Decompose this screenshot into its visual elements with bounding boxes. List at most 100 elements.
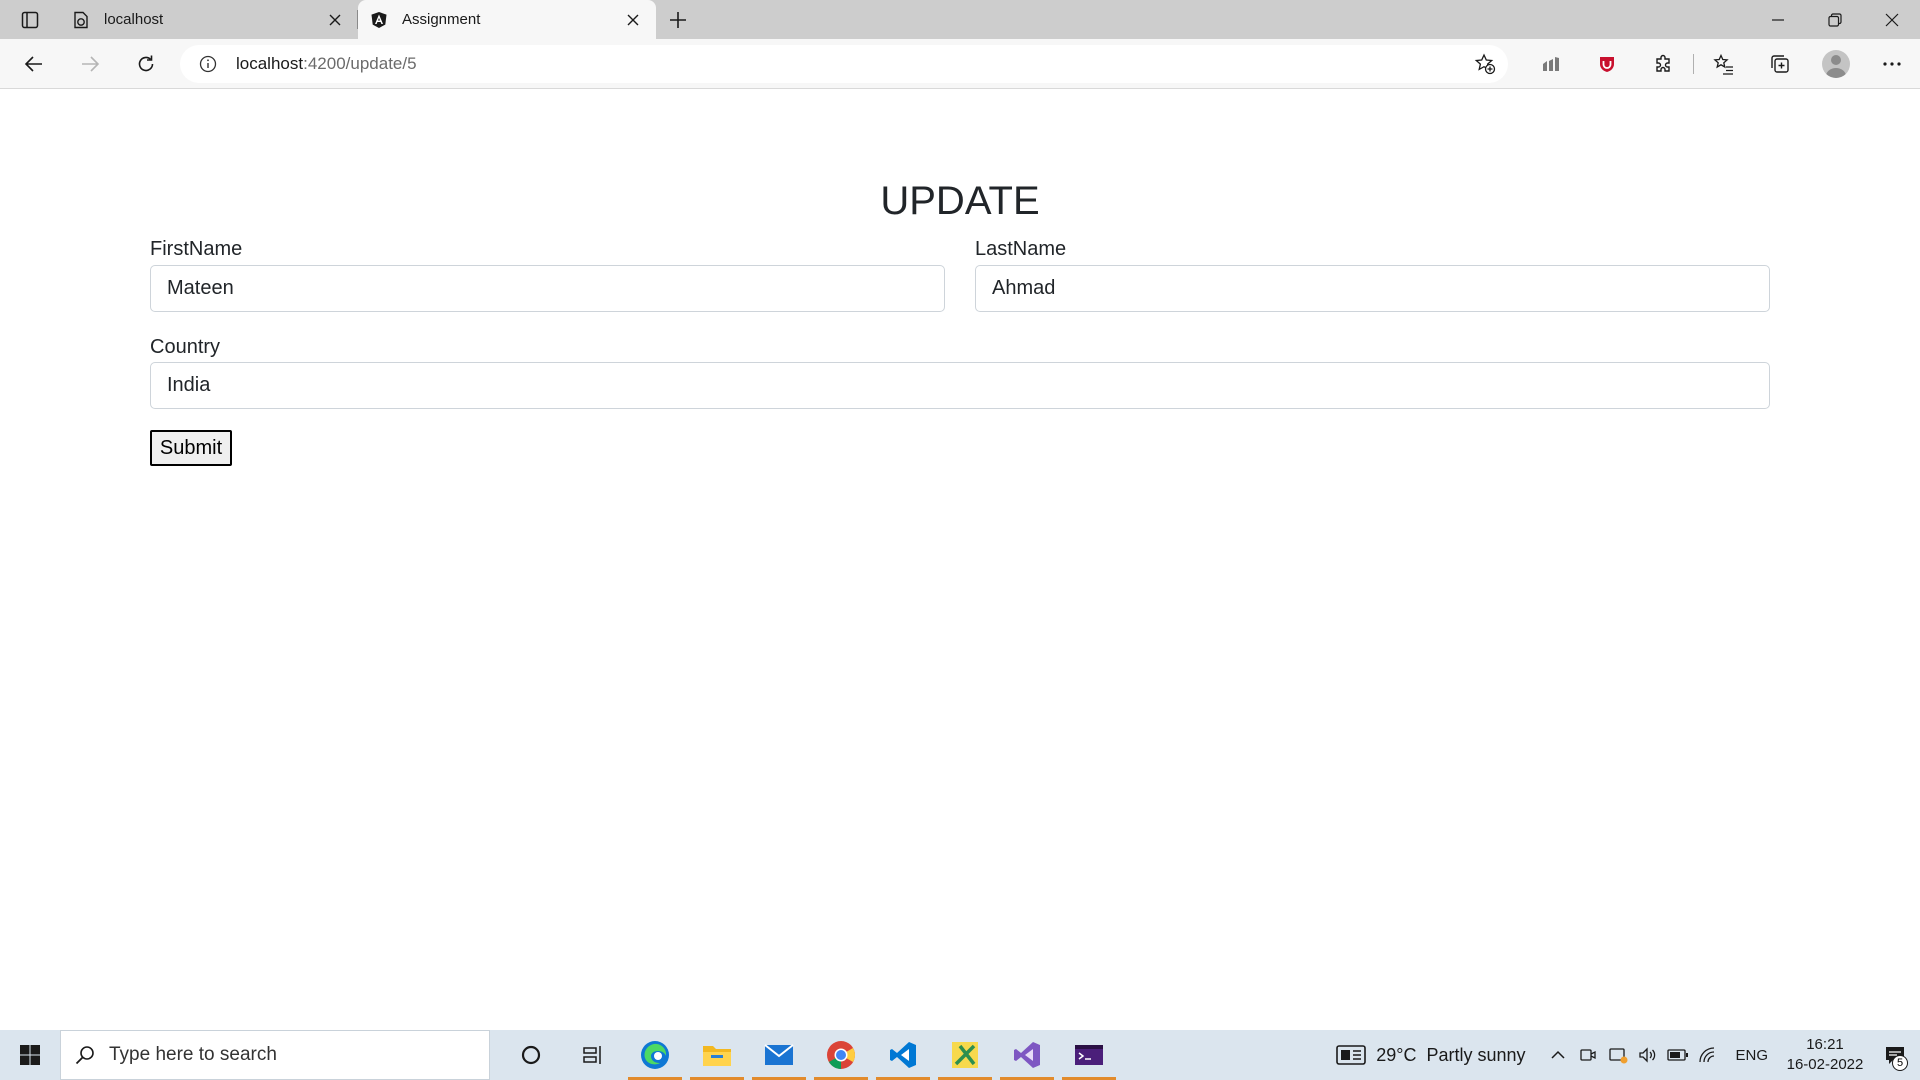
close-tab-icon[interactable] [324,9,346,31]
more-dots-icon [1883,62,1901,66]
network-status-button[interactable] [1603,1030,1633,1080]
shield-icon [1600,57,1614,72]
refresh-button[interactable] [118,39,174,89]
back-arrow-icon [24,55,42,72]
close-tab-icon[interactable] [622,9,644,31]
search-icon [75,1046,94,1065]
address-bar[interactable]: localhost:4200/update/5 [180,45,1508,83]
start-button[interactable] [0,1030,60,1080]
add-favorite-icon[interactable] [1462,53,1508,75]
performance-extension-button[interactable] [1523,39,1579,89]
url-path: :4200/update/5 [303,54,417,73]
show-hidden-icons-button[interactable] [1543,1030,1573,1080]
minimize-icon [1771,18,1784,21]
profile-button[interactable] [1808,39,1864,89]
task-view-icon [583,1046,601,1064]
collections-icon [1771,55,1789,73]
refresh-icon [138,55,154,71]
country-label: Country [150,336,221,358]
weather-widget[interactable]: 29°C Partly sunny [1336,1044,1525,1066]
toolbar-separator [1693,54,1694,74]
weather-description: Partly sunny [1426,1044,1526,1065]
url-host: localhost [236,54,304,73]
favorites-button[interactable] [1696,39,1752,89]
chrome-taskbar-app[interactable] [810,1030,872,1080]
weather-temperature: 29°C [1376,1044,1417,1065]
minimize-button[interactable] [1749,0,1806,39]
taskbar-search[interactable]: Type here to search [60,1030,490,1080]
firstname-input[interactable] [150,265,945,312]
speaker-icon [1639,1047,1656,1063]
tab-assignment[interactable]: Assignment [358,0,656,39]
meet-now-button[interactable] [1573,1030,1603,1080]
tab-actions-icon [21,11,39,28]
forward-arrow-icon [82,55,100,72]
mail-taskbar-app[interactable] [748,1030,810,1080]
puzzle-icon [1656,54,1670,72]
firstname-label: FirstName [150,238,243,260]
restore-button[interactable] [1806,0,1863,39]
tab-strip: localhost Assignment [0,0,1920,39]
battery-button[interactable] [1663,1030,1693,1080]
visual-studio-icon [1014,1042,1040,1068]
collections-button[interactable] [1752,39,1808,89]
windows-icon [20,1045,40,1065]
system-tray: 29°C Partly sunny ENG 16:21 16-02-2022 5 [1336,1030,1920,1080]
new-tab-button[interactable] [656,0,700,39]
url-text: localhost:4200/update/5 [236,54,417,74]
page-title: UPDATE [880,179,1040,223]
favorites-list-icon [1713,53,1733,75]
volume-button[interactable] [1633,1030,1663,1080]
vscode-icon [890,1042,916,1068]
clock[interactable]: 16:21 16-02-2022 [1780,1035,1870,1075]
toolbar-right [1523,39,1920,89]
notifications-button[interactable]: 5 [1870,1030,1920,1080]
network-icon [1609,1048,1628,1064]
avatar [1822,50,1850,78]
battery-icon [1667,1049,1689,1061]
country-input[interactable] [150,362,1770,409]
tab-actions-button[interactable] [0,0,60,39]
extensions-button[interactable] [1635,39,1691,89]
folder-icon [703,1046,731,1066]
plus-icon [670,11,686,28]
close-icon [1885,13,1898,26]
vscode-taskbar-app[interactable] [872,1030,934,1080]
submit-button[interactable]: Submit [150,430,232,466]
forward-button[interactable] [62,39,118,89]
clock-time: 16:21 [1806,1036,1844,1053]
site-info-icon[interactable] [180,55,236,73]
page-icon [72,11,90,29]
back-button[interactable] [6,39,62,89]
chrome-icon [827,1041,855,1069]
cortana-icon [521,1045,541,1065]
taskbar: Type here to search 29°C Partly sunny EN… [0,1030,1920,1080]
search-placeholder: Type here to search [109,1044,277,1065]
visual-studio-taskbar-app[interactable] [996,1030,1058,1080]
chart-bars-icon [1543,57,1559,71]
lastname-label: LastName [975,238,1067,260]
language-indicator[interactable]: ENG [1735,1047,1768,1064]
shield-extension-button[interactable] [1579,39,1635,89]
edge-icon [641,1041,669,1069]
tab-title: Assignment [402,11,481,28]
wifi-button[interactable] [1693,1030,1723,1080]
lastname-input[interactable] [975,265,1770,312]
tools-taskbar-app[interactable] [934,1030,996,1080]
clock-date: 16-02-2022 [1786,1056,1864,1073]
tab-localhost[interactable]: localhost [60,0,358,39]
task-view-button[interactable] [562,1030,624,1080]
settings-menu-button[interactable] [1864,39,1920,89]
close-window-button[interactable] [1863,0,1920,39]
camera-icon [1580,1049,1597,1061]
browser-toolbar: localhost:4200/update/5 [0,39,1920,89]
tab-title: localhost [104,11,164,28]
window-controls [1749,0,1920,39]
wifi-icon [1699,1047,1715,1063]
edge-taskbar-app[interactable] [624,1030,686,1080]
cortana-button[interactable] [500,1030,562,1080]
terminal-taskbar-app[interactable] [1058,1030,1120,1080]
file-explorer-taskbar-app[interactable] [686,1030,748,1080]
angular-icon [370,11,388,29]
weather-icon [1336,1045,1367,1065]
